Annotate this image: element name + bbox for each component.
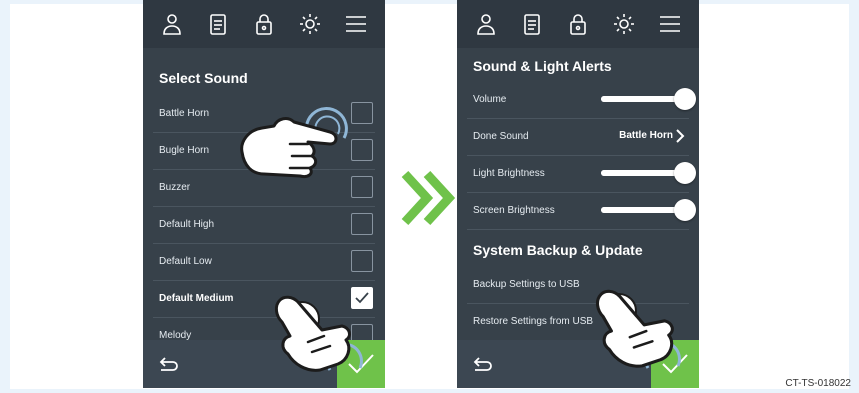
screen-brightness-slider[interactable] [601,199,696,221]
sound-checkbox[interactable] [351,139,373,161]
select-sound-title: Select Sound [159,70,248,86]
top-toolbar [143,0,385,48]
sound-checkbox[interactable] [351,102,373,124]
sound-option-label: Battle Horn [159,108,210,119]
menu-icon[interactable] [342,10,370,38]
light-brightness-row: Light Brightness [467,156,696,193]
lock-icon[interactable] [564,10,592,38]
pointing-hand-icon [240,117,338,178]
sound-option-label: Default High [159,219,215,230]
back-icon[interactable] [469,352,495,376]
system-backup-title: System Backup & Update [473,242,643,258]
sound-checkbox[interactable] [351,213,373,235]
sound-option-row[interactable]: Default High [153,207,375,244]
brightness-icon[interactable] [610,10,638,38]
screen-brightness-row: Screen Brightness [467,193,696,230]
clipboard-icon[interactable] [204,10,232,38]
light-brightness-label: Light Brightness [473,168,545,179]
slider-knob[interactable] [674,162,696,184]
backup-settings-label: Backup Settings to USB [473,279,580,290]
slider-fill [601,96,685,102]
pointing-hand-icon [595,289,674,368]
sound-checkbox[interactable] [351,250,373,272]
top-toolbar [457,0,699,48]
done-sound-label: Done Sound [473,131,529,142]
done-sound-row[interactable]: Done Sound Battle Horn [467,119,689,156]
done-sound-value: Battle Horn [619,130,673,141]
sound-checkbox[interactable] [351,176,373,198]
user-icon[interactable] [472,10,500,38]
user-icon[interactable] [158,10,186,38]
sound-option-label: Default Low [159,256,212,267]
light-brightness-slider[interactable] [601,162,696,184]
double-chevron-right-icon [401,170,455,226]
screen-brightness-label: Screen Brightness [473,205,555,216]
slider-fill [601,170,685,176]
chevron-right-icon [676,129,685,143]
sound-option-label: Buzzer [159,182,191,193]
lock-icon[interactable] [250,10,278,38]
brightness-icon[interactable] [296,10,324,38]
slider-knob[interactable] [674,199,696,221]
pointing-hand-icon [274,295,351,372]
sound-option-label: Bugle Horn [159,145,210,156]
volume-label: Volume [473,94,507,105]
clipboard-icon[interactable] [518,10,546,38]
restore-settings-label: Restore Settings from USB [473,316,594,327]
volume-slider[interactable] [601,88,696,110]
sound-light-alerts-title: Sound & Light Alerts [473,58,612,74]
volume-row: Volume [467,82,696,119]
sound-option-label: Default Medium [159,293,234,304]
slider-fill [601,207,685,213]
menu-icon[interactable] [656,10,684,38]
figure-credit: CT-TS-018022 [785,378,851,389]
slider-knob[interactable] [674,88,696,110]
sound-option-row[interactable]: Default Low [153,244,375,281]
back-icon[interactable] [155,352,181,376]
